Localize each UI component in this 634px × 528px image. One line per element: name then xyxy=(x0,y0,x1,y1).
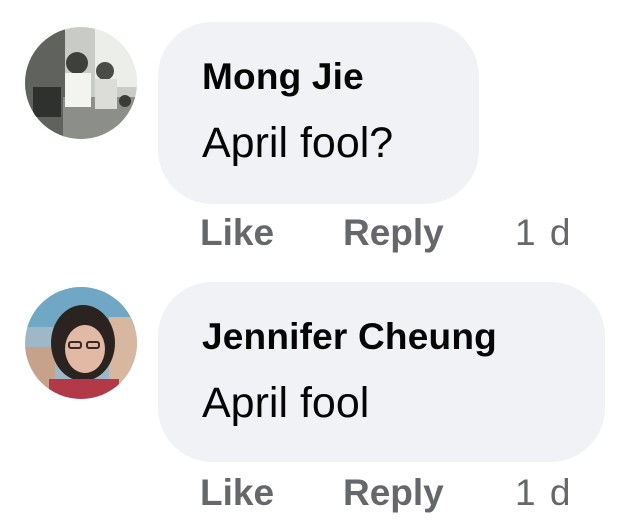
user-photo-icon xyxy=(25,27,137,139)
user-photo-icon xyxy=(25,287,137,399)
comment-author[interactable]: Mong Jie xyxy=(202,56,364,98)
avatar[interactable] xyxy=(25,27,137,139)
comment-bubble: Mong Jie April fool? xyxy=(158,22,479,204)
reply-button[interactable]: Reply xyxy=(343,212,444,254)
like-button[interactable]: Like xyxy=(200,472,274,514)
like-button[interactable]: Like xyxy=(200,212,274,254)
reply-button[interactable]: Reply xyxy=(343,472,444,514)
comment-text: April fool xyxy=(202,379,370,427)
comment-timestamp[interactable]: 1 d xyxy=(515,212,572,254)
comment-bubble: Jennifer Cheung April fool xyxy=(158,282,605,462)
comment-text: April fool? xyxy=(202,119,394,167)
comment-timestamp[interactable]: 1 d xyxy=(515,472,572,514)
avatar[interactable] xyxy=(25,287,137,399)
comment-author[interactable]: Jennifer Cheung xyxy=(202,316,497,358)
